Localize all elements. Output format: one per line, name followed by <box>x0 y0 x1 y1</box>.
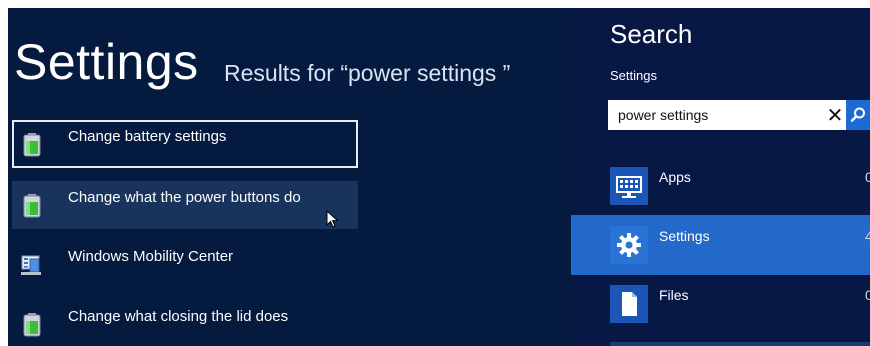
mouse-pointer-icon <box>326 209 340 230</box>
scope-label: Files <box>659 287 689 303</box>
result-change-power-buttons[interactable]: Change what the power buttons do <box>12 181 358 229</box>
apps-icon <box>610 167 648 205</box>
search-box: ✕ <box>608 100 870 130</box>
next-scope-edge <box>610 342 870 346</box>
scope-count: 4 <box>865 228 870 244</box>
mobility-center-icon <box>20 252 44 278</box>
result-change-closing-lid[interactable]: Change what closing the lid does <box>12 300 358 346</box>
clear-icon[interactable]: ✕ <box>823 103 847 127</box>
battery-icon <box>20 132 44 158</box>
gear-icon <box>610 226 648 264</box>
scope-label: Settings <box>659 228 710 244</box>
scope-settings[interactable]: Settings 4 <box>571 215 870 275</box>
battery-icon <box>20 312 44 338</box>
scope-count: 0 <box>865 169 870 185</box>
results-subtitle: Results for “power settings ” <box>224 60 511 86</box>
search-icon <box>850 107 865 122</box>
scope-files[interactable]: Files 0 <box>571 274 870 334</box>
search-scope-label: Settings <box>610 68 657 83</box>
scope-count: 0 <box>865 287 870 303</box>
result-label: Change what closing the lid does <box>68 308 289 325</box>
result-label: Windows Mobility Center <box>68 248 234 265</box>
result-windows-mobility-center[interactable]: Windows Mobility Center <box>12 240 358 288</box>
start-search-screen: Settings Results for “power settings ” C… <box>8 8 870 346</box>
result-change-battery-settings[interactable]: Change battery settings <box>12 120 358 168</box>
scope-label: Apps <box>659 169 691 185</box>
page-title: Settings <box>14 34 199 90</box>
scope-apps[interactable]: Apps 0 <box>571 156 870 216</box>
file-icon <box>610 285 648 323</box>
search-input[interactable] <box>608 100 818 130</box>
result-label: Change battery settings <box>68 128 227 145</box>
search-button[interactable] <box>846 100 870 130</box>
battery-icon <box>20 193 44 219</box>
search-charm-pane: Search Settings ✕ <box>571 8 870 346</box>
search-pane-title: Search <box>610 19 693 49</box>
result-label: Change what the power buttons do <box>68 189 301 206</box>
